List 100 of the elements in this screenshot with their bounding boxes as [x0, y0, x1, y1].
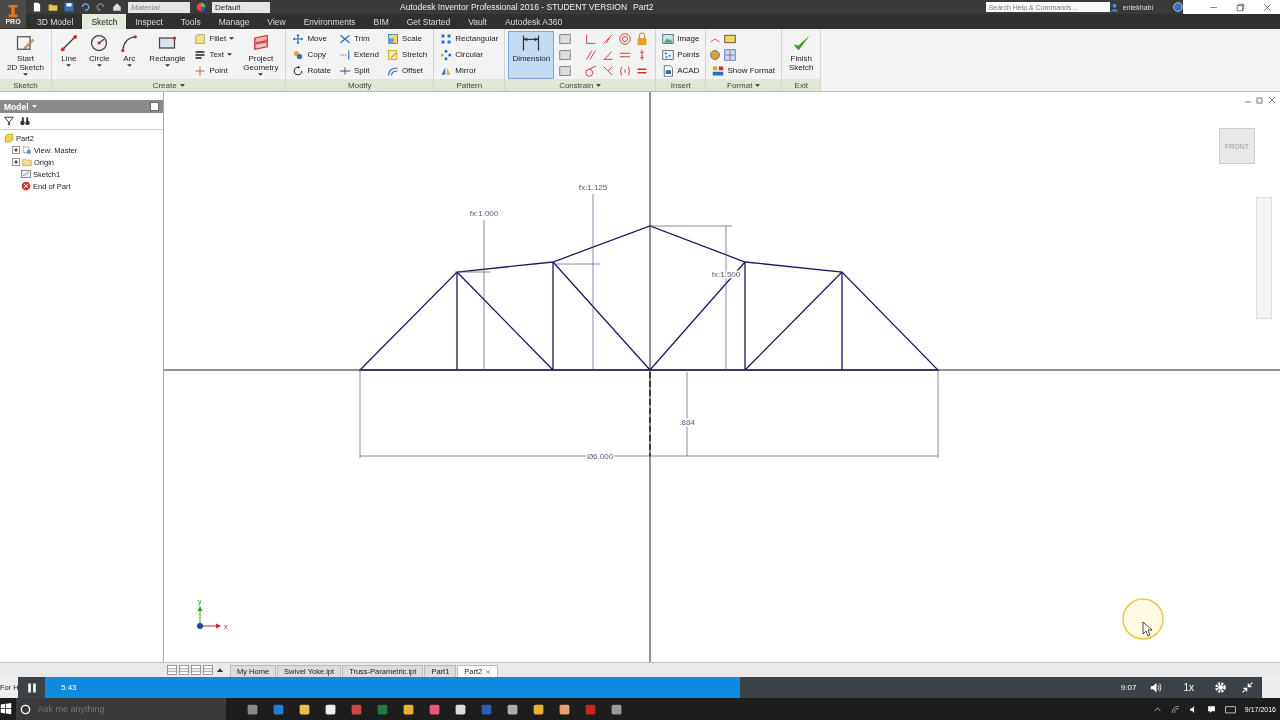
sketch-icon	[15, 33, 36, 53]
constraint-icon[interactable]	[618, 64, 633, 78]
constraint-icon[interactable]	[558, 32, 573, 46]
close-icon[interactable]	[1268, 96, 1276, 104]
caret-icon	[22, 73, 28, 77]
ribbon-tool[interactable]: Rectangle	[145, 31, 190, 79]
app-icon[interactable]	[402, 702, 415, 716]
panel-title: Exit	[782, 79, 821, 91]
ribbon-tab[interactable]: 3D Model	[28, 14, 83, 29]
ribbon-tab[interactable]: Inspect	[126, 14, 172, 29]
ribbon-tool[interactable]: Finish Sketch	[785, 31, 818, 79]
close-icon[interactable]	[1263, 2, 1272, 12]
ribbon-tool[interactable]: Copy	[289, 47, 334, 62]
ribbon-tool[interactable]: Points	[659, 47, 703, 62]
ribbon-tool[interactable]: Fillet	[191, 31, 238, 46]
format-icon[interactable]	[709, 48, 722, 61]
network-icon[interactable]	[1170, 704, 1180, 714]
dimension-label[interactable]: fx:1.000	[469, 209, 499, 218]
ribbon-tool[interactable]: Circle	[84, 31, 114, 79]
layout-icon[interactable]	[167, 665, 177, 675]
ribbon-tool[interactable]: Start 2D Sketch	[3, 31, 48, 79]
app-icon[interactable]	[298, 702, 311, 716]
format-icon[interactable]	[724, 48, 737, 61]
ribbon-tool[interactable]: Text	[191, 47, 238, 62]
i-beam-logo-icon	[6, 3, 20, 18]
save-icon[interactable]	[64, 2, 74, 12]
filter-icon[interactable]	[4, 116, 14, 126]
settings-icon[interactable]	[1214, 681, 1227, 694]
app-icon[interactable]	[532, 702, 545, 716]
open-folder-icon[interactable]	[48, 2, 58, 12]
app-icon[interactable]	[324, 702, 337, 716]
ribbon-tool[interactable]: Circular	[437, 47, 502, 62]
ribbon-tool[interactable]: Dimension	[508, 31, 555, 79]
ribbon-tab[interactable]: BIM	[364, 14, 398, 29]
speed-button[interactable]: 1x	[1177, 681, 1200, 694]
ribbon-tool[interactable]: Move	[289, 31, 334, 46]
caret-icon	[96, 64, 102, 68]
restore-icon[interactable]	[1256, 96, 1264, 104]
new-file-icon[interactable]	[32, 2, 42, 12]
ribbon-tool[interactable]: Project Geometry	[239, 31, 283, 79]
color-wheel-icon[interactable]	[196, 2, 206, 12]
constraint-icon[interactable]	[558, 48, 573, 62]
binoculars-icon[interactable]	[20, 116, 30, 126]
ribbon-tool[interactable]: Image	[659, 31, 703, 46]
dimension-label[interactable]: .884	[679, 418, 695, 427]
ribbon-tool[interactable]: Mirror	[437, 63, 502, 78]
document-icon	[662, 64, 675, 77]
ribbon-tool[interactable]: Rotate	[289, 63, 334, 78]
layout-icon[interactable]	[179, 665, 189, 675]
volume-icon[interactable]	[1150, 681, 1164, 694]
expand-icon[interactable]	[12, 158, 20, 166]
redo-icon[interactable]	[96, 2, 106, 12]
ribbon-tool[interactable]: Line	[54, 31, 83, 79]
ribbon-tool[interactable]: Show Format	[709, 63, 778, 78]
ribbon-tab[interactable]: Environments	[294, 14, 365, 29]
video-progress-track[interactable]: 5:43 9:07 1x	[18, 677, 1262, 698]
constraint-icon[interactable]	[584, 64, 599, 78]
undo-icon[interactable]	[80, 2, 90, 12]
pause-button[interactable]	[18, 677, 45, 698]
ribbon-tool[interactable]: Arc	[115, 31, 144, 79]
windows-logo-icon[interactable]	[0, 703, 12, 715]
ribbon-tool[interactable]: Point	[191, 63, 238, 78]
ribbon-tool[interactable]: Offset	[383, 63, 431, 78]
appearance-dropdown[interactable]: Default	[212, 1, 270, 13]
constraint-icon[interactable]	[584, 48, 599, 62]
panel-title[interactable]: Format	[706, 79, 781, 91]
panel-title[interactable]: Constrain	[505, 79, 656, 91]
format-icon[interactable]	[724, 32, 737, 45]
dimension-icon	[521, 33, 542, 53]
format-icon	[712, 64, 725, 77]
ribbon-tab[interactable]: Vault	[459, 14, 496, 29]
dimension-label[interactable]: fx:1.125	[578, 183, 608, 192]
constraint-icon[interactable]	[558, 64, 573, 78]
caret-icon[interactable]	[31, 105, 37, 108]
notification-icon[interactable]	[1206, 704, 1216, 714]
keyboard-icon[interactable]	[1224, 703, 1236, 715]
home-icon[interactable]	[112, 2, 122, 12]
ribbon-tool[interactable]: Rectangular	[437, 31, 502, 46]
ribbon-tool[interactable]: ACAD	[659, 63, 703, 78]
ribbon-tab[interactable]: Get Started	[397, 14, 460, 29]
expand-icon[interactable]	[12, 146, 20, 154]
ribbon-tab[interactable]: Sketch	[82, 14, 127, 29]
app-icon[interactable]	[454, 702, 467, 716]
ribbon-tool[interactable]: Scale	[383, 31, 431, 46]
ribbon-tool[interactable]: Stretch	[383, 47, 431, 62]
ribbon-tool[interactable]: Extend	[336, 47, 382, 62]
ribbon-tab[interactable]: Manage	[209, 14, 259, 29]
panel-title[interactable]: Create	[51, 79, 286, 91]
ribbon-tool[interactable]: Trim	[336, 31, 382, 46]
app-icon[interactable]	[558, 702, 571, 716]
app-icon[interactable]	[610, 702, 623, 716]
layout-icon[interactable]	[191, 665, 201, 675]
ribbon-tab[interactable]: Tools	[171, 14, 210, 29]
collapse-icon[interactable]	[1241, 681, 1254, 694]
ribbon-tab[interactable]: View	[258, 14, 295, 29]
ribbon-tool[interactable]: Split	[336, 63, 382, 78]
ribbon-tab[interactable]: Autodesk A360	[495, 14, 572, 29]
restore-icon[interactable]	[1236, 2, 1245, 12]
constraint-icon[interactable]	[618, 32, 633, 46]
app-icon[interactable]	[506, 702, 519, 716]
